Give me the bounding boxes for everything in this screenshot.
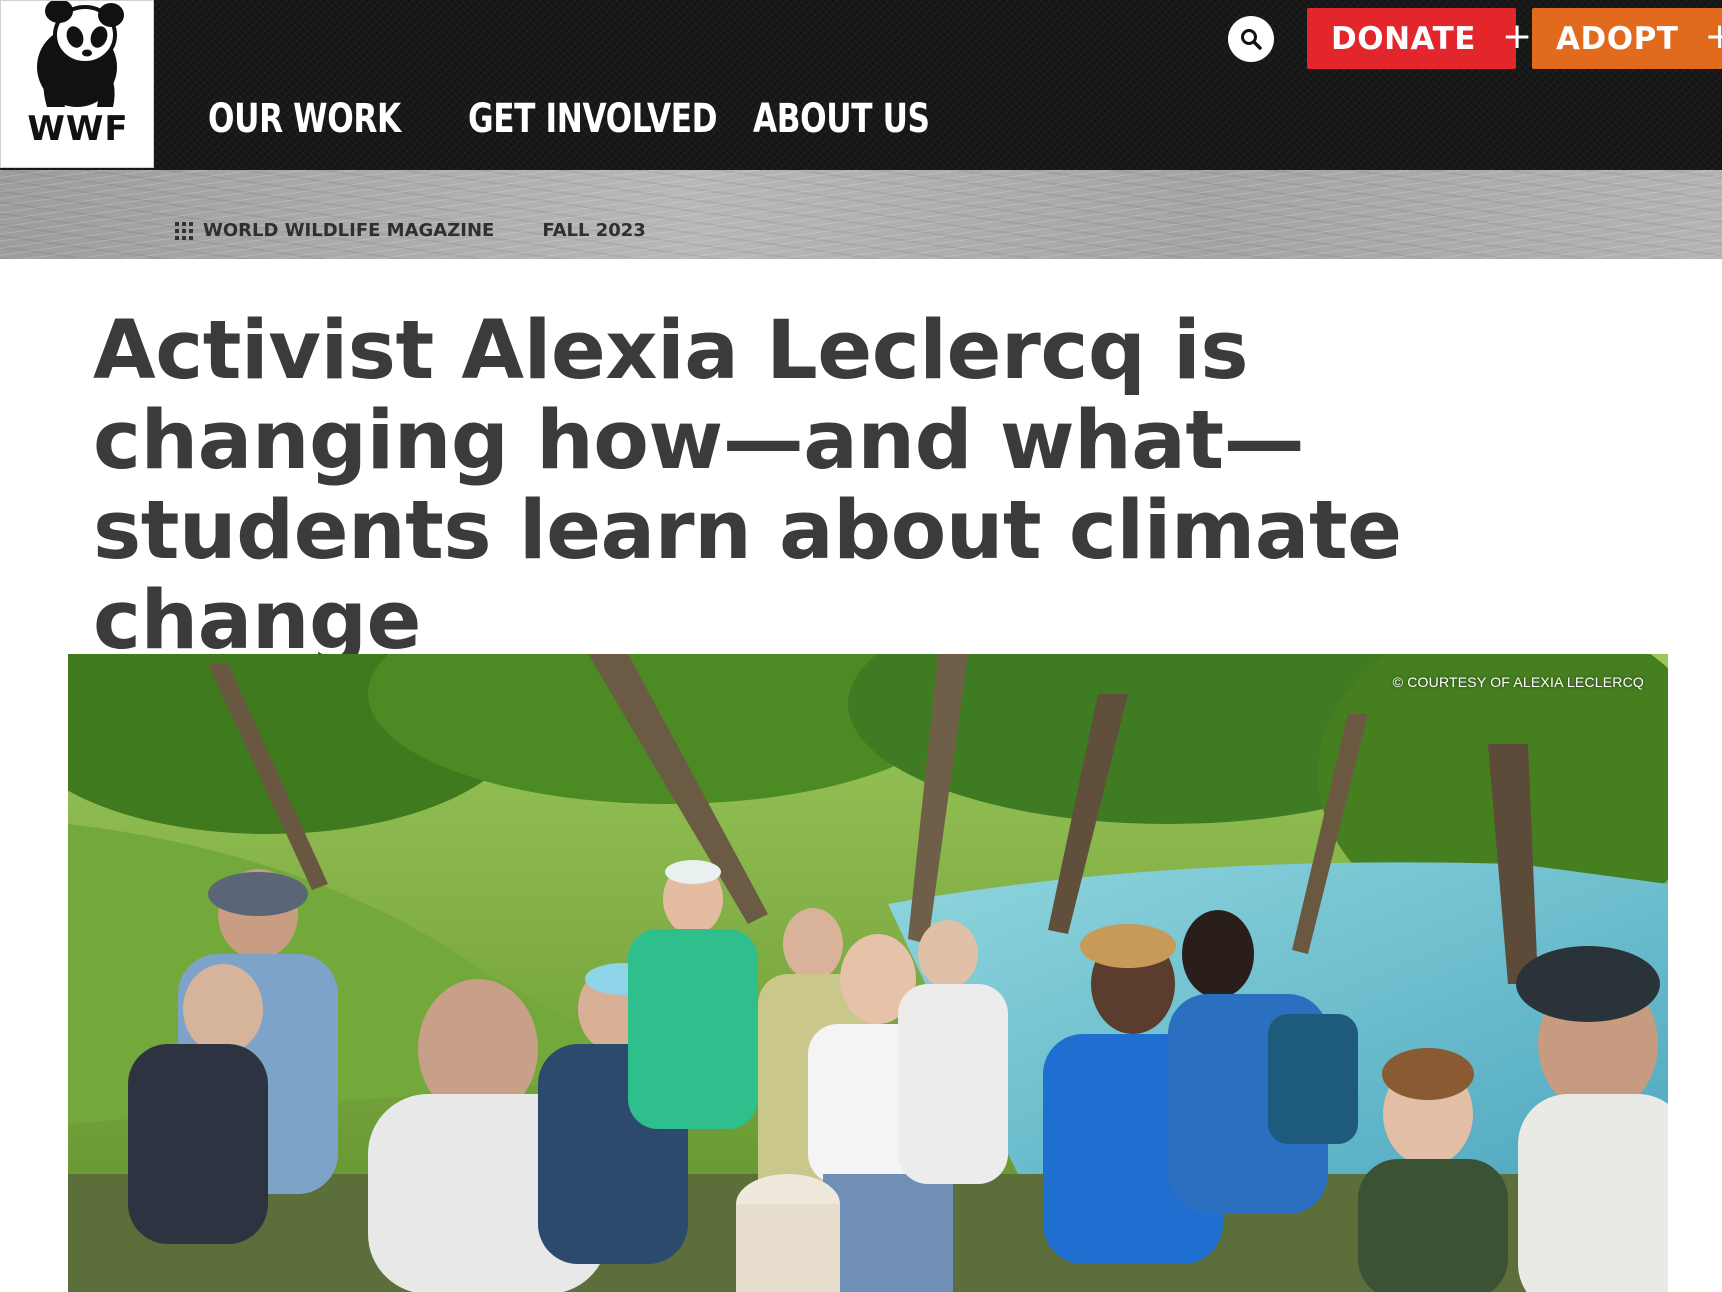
breadcrumb-issue[interactable]: FALL 2023 [542,220,645,241]
wwf-logo[interactable]: WWF [0,0,154,168]
search-button[interactable] [1228,16,1274,62]
breadcrumb-magazine[interactable]: WORLD WILDLIFE MAGAZINE [203,220,494,241]
plus-icon: + [1704,16,1722,57]
adopt-button[interactable]: ADOPT + [1532,8,1722,69]
wwf-wordmark: WWF [27,109,129,149]
panda-icon [37,1,124,107]
nav-about-us[interactable]: ABOUT US [753,96,930,142]
article-title: Activist Alexia Leclercq is changing how… [93,304,1402,668]
photo-credit: © COURTESY OF ALEXIA LECLERCQ [1392,674,1644,690]
grid-icon [175,221,193,240]
donate-button[interactable]: DONATE + [1307,8,1532,69]
main-nav: OUR WORK GET INVOLVED ABOUT US [208,96,933,142]
site-header: WWF OUR WORK GET INVOLVED ABOUT US DONAT… [0,0,1722,170]
hero-photo-illustration [68,654,1668,1292]
article-hero-image: © COURTESY OF ALEXIA LECLERCQ [68,654,1668,1292]
search-icon [1241,29,1262,50]
adopt-label: ADOPT [1556,20,1679,57]
breadcrumb-band: WORLD WILDLIFE MAGAZINE FALL 2023 [0,170,1722,259]
donate-label: DONATE [1331,20,1476,57]
nav-our-work[interactable]: OUR WORK [208,96,401,142]
nav-get-involved[interactable]: GET INVOLVED [468,96,718,142]
breadcrumb: WORLD WILDLIFE MAGAZINE FALL 2023 [175,220,646,241]
